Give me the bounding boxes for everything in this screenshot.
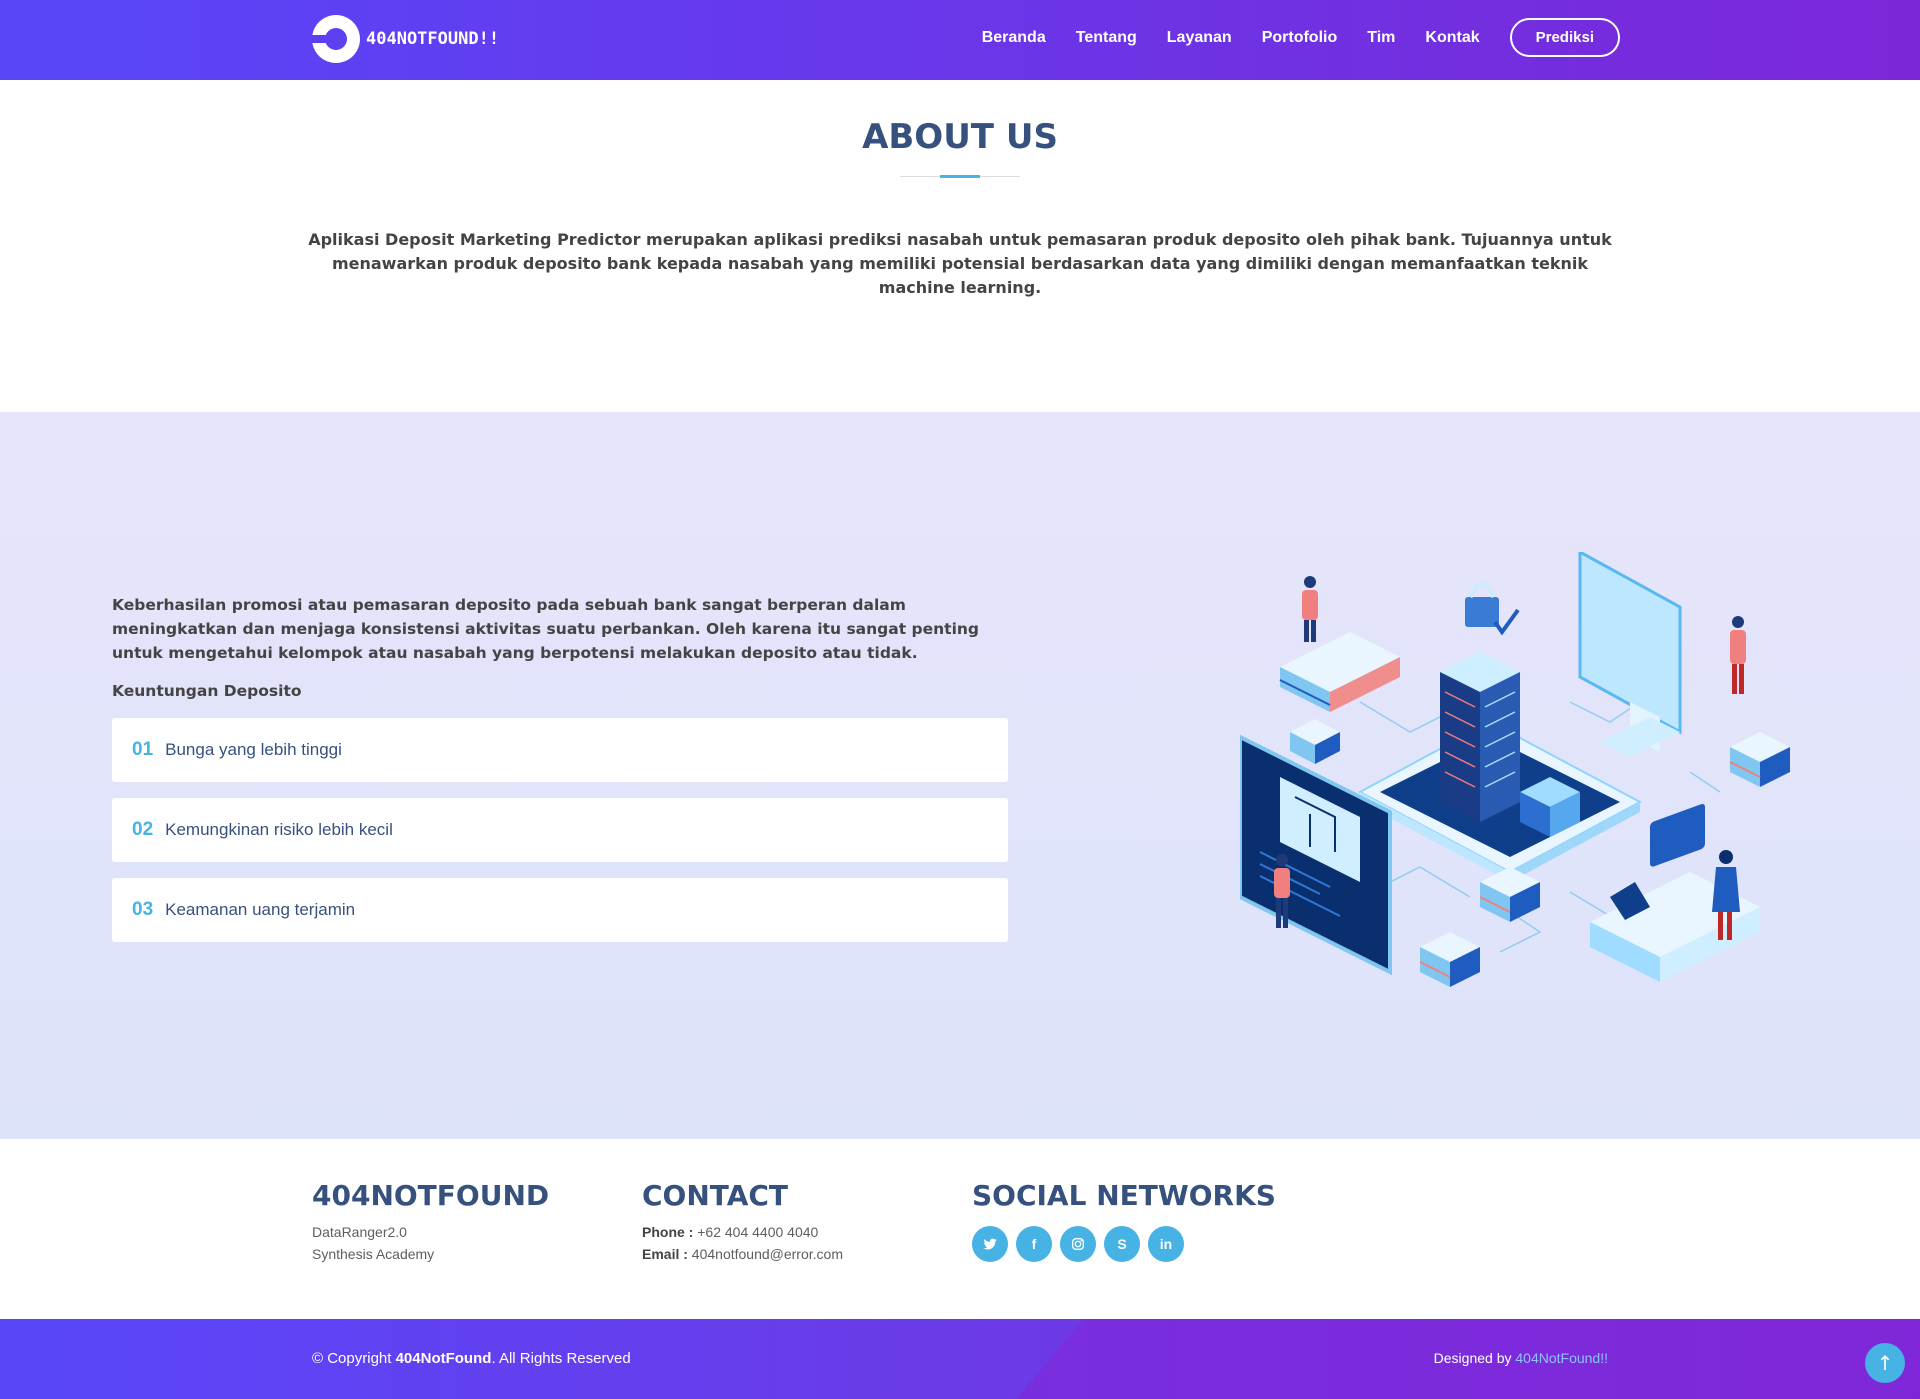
email-value[interactable]: 404notfound@error.com [692,1246,843,1262]
copyright-prefix: © Copyright [312,1350,392,1367]
benefit-label: Bunga yang lebih tinggi [165,740,342,759]
footer-phone: Phone : +62 404 4400 4040 [642,1224,843,1240]
features-section: Keberhasilan promosi atau pemasaran depo… [0,412,1920,1139]
footer-bottom: © Copyright 404NotFound. All Rights Rese… [0,1319,1920,1399]
phone-value: +62 404 4400 4040 [697,1224,819,1240]
title-accent [940,175,980,178]
logo-icon [310,15,360,63]
instagram-icon[interactable] [1060,1226,1096,1262]
benefit-label: Kemungkinan risiko lebih kecil [165,820,393,839]
linkedin-icon[interactable]: in [1148,1226,1184,1262]
copyright-suffix: . All Rights Reserved [491,1350,631,1367]
benefit-number: 03 [132,899,154,920]
back-to-top-button[interactable]: ↑ [1865,1343,1905,1383]
benefit-item-3[interactable]: 03 Keamanan uang terjamin [112,878,1008,942]
nav-portofolio[interactable]: Portofolio [1262,29,1338,47]
about-title: ABOUT US [862,117,1058,157]
nav-layanan[interactable]: Layanan [1167,29,1232,47]
logo-text: 404NOTFOUND!! [366,29,500,49]
benefit-item-1[interactable]: 01 Bunga yang lebih tinggi [112,718,1008,782]
benefit-label: Keamanan uang terjamin [165,900,356,919]
phone-label: Phone : [642,1224,694,1240]
arrow-up-icon: ↑ [1876,1351,1894,1375]
footer-brand-line1: DataRanger2.0 [312,1224,407,1240]
nav-beranda[interactable]: Beranda [982,29,1046,47]
copyright: © Copyright 404NotFound. All Rights Rese… [312,1350,631,1367]
email-label: Email : [642,1246,688,1262]
isometric-illustration [1240,552,1790,987]
footer-social-title: SOCIAL NETWORKS [972,1179,1276,1212]
footer-social: SOCIAL NETWORKS f S in [972,1179,1276,1262]
logo[interactable]: 404NOTFOUND!! [310,15,500,63]
benefit-number: 01 [132,739,154,760]
skype-icon[interactable]: S [1104,1226,1140,1262]
features-subtitle: Keuntungan Deposito [112,682,302,700]
about-description: Aplikasi Deposit Marketing Predictor mer… [308,230,1612,297]
footer-brand-title: 404NOTFOUND [312,1179,550,1212]
footer-brand-line2: Synthesis Academy [312,1246,435,1262]
prediksi-button[interactable]: Prediksi [1509,18,1620,57]
nav-kontak[interactable]: Kontak [1425,29,1479,47]
footer-top: 404NOTFOUND DataRanger2.0 Synthesis Acad… [0,1139,1920,1319]
footer-contact: CONTACT Phone : +62 404 4400 4040 Email … [642,1179,843,1262]
footer-contact-title: CONTACT [642,1179,789,1212]
twitter-icon[interactable] [972,1226,1008,1262]
social-links: f S in [972,1226,1276,1262]
header: 404NOTFOUND!! Beranda Tentang Layanan Po… [0,0,1920,80]
designed-by-link[interactable]: 404NotFound!! [1515,1350,1608,1366]
features-description: Keberhasilan promosi atau pemasaran depo… [112,596,980,662]
designed-by: Designed by 404NotFound!! [1434,1350,1608,1366]
designed-prefix: Designed by [1433,1350,1512,1366]
benefit-number: 02 [132,819,154,840]
nav-tentang[interactable]: Tentang [1076,29,1137,47]
copyright-brand: 404NotFound [395,1350,492,1367]
facebook-icon[interactable]: f [1016,1226,1052,1262]
nav-tim[interactable]: Tim [1367,29,1395,47]
main-nav: Beranda Tentang Layanan Portofolio Tim K… [952,18,1620,57]
benefit-item-2[interactable]: 02 Kemungkinan risiko lebih kecil [112,798,1008,862]
footer-brand: 404NOTFOUND DataRanger2.0 Synthesis Acad… [312,1179,549,1262]
footer-email: Email : 404notfound@error.com [642,1246,843,1262]
